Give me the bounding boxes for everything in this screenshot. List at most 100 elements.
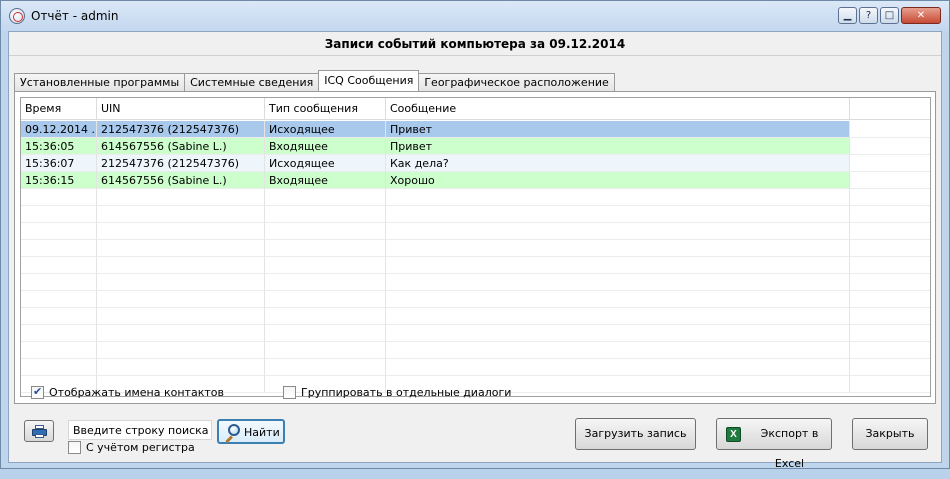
maximize-icon: □: [884, 10, 895, 21]
print-button[interactable]: [24, 420, 54, 442]
tab-installed-programs[interactable]: Установленные программы: [14, 73, 186, 91]
cell-message: Привет: [386, 121, 850, 138]
cell-empty: [97, 325, 265, 342]
table-row[interactable]: 15:36:05 614567556 (Sabine L.) Входящее При…: [21, 138, 930, 155]
column-header-type[interactable]: Тип сообщения: [265, 98, 386, 120]
group-dialogs-option[interactable]: Группировать в отдельные диалоги: [283, 386, 511, 399]
tab-system-info[interactable]: Системные сведения: [184, 73, 320, 91]
table-row[interactable]: 15:36:15 614567556 (Sabine L.) Входящее Хор…: [21, 172, 930, 189]
empty-row: [21, 325, 930, 342]
cell-empty: [21, 189, 97, 206]
cell-empty: [21, 274, 97, 291]
cell-uin: 212547376 (212547376): [97, 121, 265, 138]
cell-empty: [386, 240, 850, 257]
close-window-button[interactable]: ✕: [901, 7, 941, 24]
empty-row: [21, 342, 930, 359]
title-bar[interactable]: Отчёт - admin ▁ ? □ ✕: [1, 1, 949, 31]
cell-empty: [97, 308, 265, 325]
show-contact-names-checkbox[interactable]: [31, 385, 44, 399]
cell-empty: [21, 359, 97, 376]
cell-empty: [97, 342, 265, 359]
minimize-button[interactable]: ▁: [838, 7, 857, 24]
cell-empty: [97, 291, 265, 308]
cell-time: 15:36:15: [21, 172, 97, 189]
cell-empty: [386, 223, 850, 240]
export-excel-button[interactable]: X Экспорт в Excel: [716, 418, 832, 470]
cell-empty: [265, 240, 386, 257]
cell-empty: [97, 257, 265, 274]
caption-buttons: ▁ ? □ ✕: [838, 7, 941, 24]
tab-geo-location[interactable]: Географическое расположение: [418, 73, 615, 91]
cell-empty: [850, 206, 930, 223]
help-icon: ?: [865, 10, 872, 21]
cell-empty: [265, 223, 386, 240]
cell-type: Входящее: [265, 138, 386, 155]
table-row[interactable]: 09.12.2014 ... 212547376 (212547376) Исход…: [21, 121, 930, 138]
cell-time: 09.12.2014 ...: [21, 121, 97, 138]
cell-message: Как дела?: [386, 155, 850, 172]
table-header: Время UIN Тип сообщения Сообщение: [21, 98, 930, 120]
case-sensitive-checkbox[interactable]: [68, 441, 81, 454]
cell-empty: [21, 240, 97, 257]
window-title: Отчёт - admin: [31, 9, 119, 23]
cell-time: 15:36:05: [21, 138, 97, 155]
group-dialogs-checkbox[interactable]: [283, 386, 296, 399]
cell-empty: [386, 206, 850, 223]
cell-empty: [850, 291, 930, 308]
find-button[interactable]: Найти: [217, 419, 285, 444]
cell-uin: 212547376 (212547376): [97, 155, 265, 172]
cell-empty: [850, 359, 930, 376]
column-header-time[interactable]: Время: [21, 98, 97, 120]
cell-empty: [21, 257, 97, 274]
cell-empty: [265, 291, 386, 308]
close-button[interactable]: Закрыть: [852, 418, 928, 450]
show-contact-names-option[interactable]: Отображать имена контактов: [31, 385, 224, 399]
empty-row: [21, 223, 930, 240]
excel-icon: X: [726, 427, 741, 442]
cell-empty: [850, 376, 930, 393]
find-button-label: Найти: [244, 426, 280, 439]
help-button[interactable]: ?: [859, 7, 878, 24]
maximize-button[interactable]: □: [880, 7, 899, 24]
table-body: 09.12.2014 ... 212547376 (212547376) Исход…: [21, 121, 930, 393]
messages-table[interactable]: Время UIN Тип сообщения Сообщение 09.12.…: [20, 97, 931, 397]
cell-uin: 614567556 (Sabine L.): [97, 138, 265, 155]
case-sensitive-option[interactable]: С учётом регистра: [68, 441, 195, 454]
search-input[interactable]: [68, 420, 212, 440]
cell-empty: [386, 257, 850, 274]
cell-empty: [850, 172, 930, 189]
cell-empty: [265, 359, 386, 376]
magnifier-icon: [224, 424, 242, 444]
empty-row: [21, 308, 930, 325]
column-header-message[interactable]: Сообщение: [386, 98, 850, 120]
cell-empty: [850, 308, 930, 325]
column-header-uin[interactable]: UIN: [97, 98, 265, 120]
cell-empty: [386, 274, 850, 291]
cell-empty: [97, 274, 265, 291]
cell-empty: [386, 342, 850, 359]
tab-icq-messages[interactable]: ICQ Сообщения: [318, 70, 420, 91]
minimize-icon: ▁: [843, 10, 852, 21]
cell-empty: [850, 274, 930, 291]
cell-time: 15:36:07: [21, 155, 97, 172]
load-record-button[interactable]: Загрузить запись: [575, 418, 696, 450]
close-icon: ✕: [916, 10, 926, 21]
cell-empty: [386, 189, 850, 206]
cell-empty: [265, 308, 386, 325]
cell-empty: [850, 223, 930, 240]
group-dialogs-label: Группировать в отдельные диалоги: [301, 386, 512, 399]
cell-empty: [850, 189, 930, 206]
cell-empty: [21, 308, 97, 325]
cell-empty: [265, 257, 386, 274]
empty-row: [21, 240, 930, 257]
table-row[interactable]: 15:36:07 212547376 (212547376) Исходящее Ка…: [21, 155, 930, 172]
printer-icon: [32, 425, 47, 438]
empty-row: [21, 359, 930, 376]
client-area: Записи событий компьютера за 09.12.2014 …: [8, 31, 942, 470]
cell-empty: [265, 325, 386, 342]
cell-empty: [97, 206, 265, 223]
cell-type: Исходящее: [265, 121, 386, 138]
cell-empty: [850, 138, 930, 155]
app-icon: [9, 8, 25, 24]
cell-empty: [97, 240, 265, 257]
